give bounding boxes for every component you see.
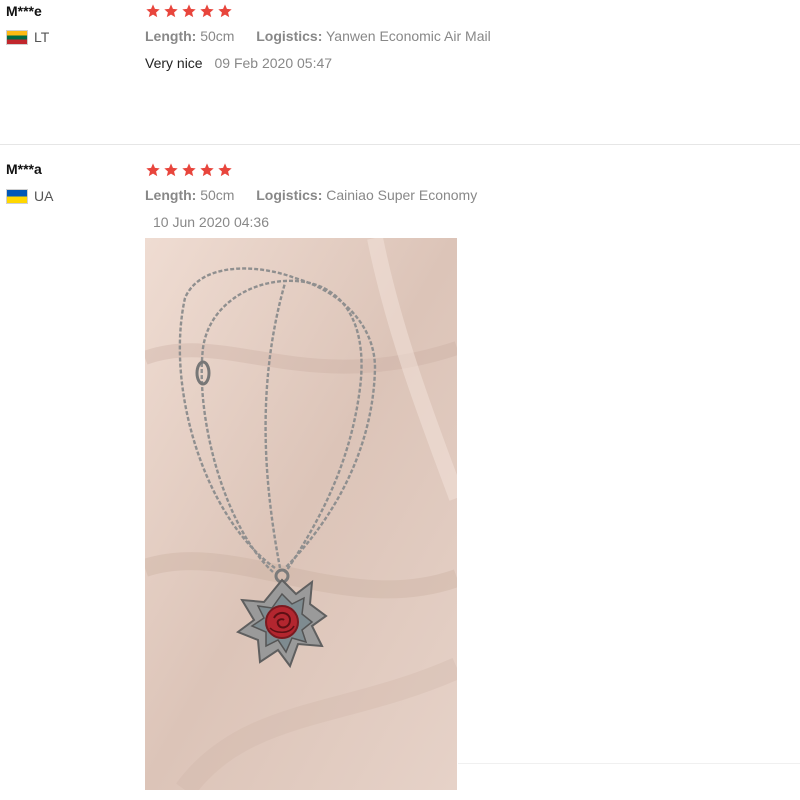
content-divider: [458, 763, 800, 764]
ukraine-flag-icon: [6, 188, 28, 204]
star-icon: [164, 163, 178, 177]
star-icon: [164, 4, 178, 18]
logistics-value: Cainiao Super Economy: [326, 187, 478, 203]
review-photo[interactable]: [145, 238, 457, 790]
length-label: Length:: [145, 187, 197, 203]
length-label: Length:: [145, 28, 197, 44]
star-icon: [218, 4, 232, 18]
reviewer-name: M***a: [6, 161, 42, 177]
star-icon: [182, 163, 196, 177]
reviewer-name: M***e: [6, 3, 42, 19]
star-icon: [200, 163, 214, 177]
star-icon: [200, 4, 214, 18]
logistics-label: Logistics:: [256, 28, 323, 44]
length-value: 50cm: [200, 187, 235, 203]
review-date: 09 Feb 2020 05:47: [214, 55, 333, 71]
reviewer-country: UA: [6, 188, 53, 204]
comment-text: Very nice: [145, 55, 203, 71]
length-value: 50cm: [200, 28, 235, 44]
star-rating: [145, 3, 233, 19]
review-item: M***e LT Length: 50cm Logistics: Yanwen …: [0, 0, 800, 144]
lithuania-flag-icon: [6, 29, 28, 45]
reviewer-country: LT: [6, 29, 49, 45]
star-icon: [146, 4, 160, 18]
star-rating: [145, 162, 233, 178]
order-info: Length: 50cm Logistics: Cainiao Super Ec…: [145, 187, 477, 203]
order-info: Length: 50cm Logistics: Yanwen Economic …: [145, 28, 491, 44]
star-icon: [218, 163, 232, 177]
necklace-photo: [145, 238, 457, 790]
review-comment: Very nice 09 Feb 2020 05:47: [145, 55, 332, 71]
star-icon: [182, 4, 196, 18]
country-code: UA: [34, 188, 54, 204]
logistics-value: Yanwen Economic Air Mail: [326, 28, 491, 44]
review-date: 10 Jun 2020 04:36: [153, 214, 269, 230]
star-icon: [146, 163, 160, 177]
country-code: LT: [34, 29, 50, 45]
logistics-label: Logistics:: [256, 187, 323, 203]
review-comment: 10 Jun 2020 04:36: [145, 214, 269, 230]
